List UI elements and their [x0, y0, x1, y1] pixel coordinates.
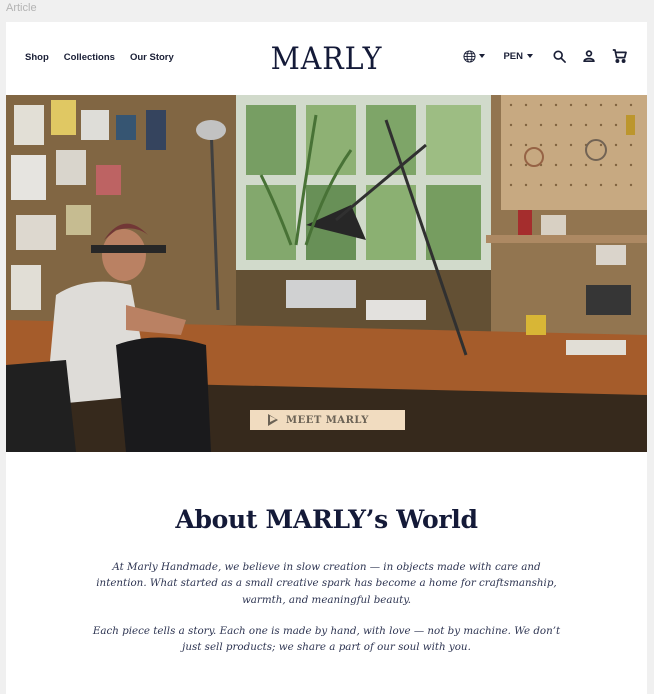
about-title: About MARLY’s World: [175, 505, 478, 534]
meet-marly-label: MEET MARLY: [286, 414, 369, 426]
hero-banner: MEET MARLY: [6, 95, 647, 452]
globe-icon: [463, 49, 476, 63]
hero-photo-workshop: [6, 95, 647, 452]
search-icon[interactable]: [553, 49, 566, 63]
meet-marly-button[interactable]: MEET MARLY: [250, 410, 405, 430]
currency-label: PEN: [503, 50, 523, 62]
about-paragraph-2: Each piece tells a story. Each one is ma…: [92, 625, 561, 654]
site-header: Shop Collections Our Story MARLY PEN: [6, 22, 647, 95]
chevron-down-icon: [527, 54, 533, 58]
about-paragraph-1: At Marly Handmade, we believe in slow cr…: [96, 561, 557, 606]
page: Shop Collections Our Story MARLY PEN MEE…: [6, 22, 647, 694]
chevron-down-icon: [479, 54, 486, 58]
header-actions: PEN: [463, 49, 627, 63]
currency-selector[interactable]: PEN: [503, 51, 533, 62]
cart-icon[interactable]: [612, 49, 627, 63]
account-icon[interactable]: [583, 50, 595, 62]
language-selector[interactable]: [463, 49, 486, 63]
frame-label: Article: [6, 2, 37, 14]
play-icon: [268, 414, 278, 426]
